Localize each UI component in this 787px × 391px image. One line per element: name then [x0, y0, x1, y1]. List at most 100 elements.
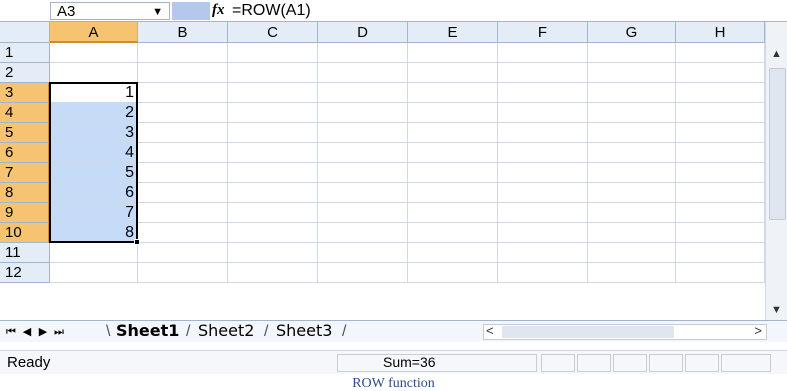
column-header-h[interactable]: H [676, 22, 765, 43]
cell-h7[interactable] [676, 163, 765, 183]
column-header-c[interactable]: C [228, 22, 318, 43]
cell-g8[interactable] [588, 183, 676, 203]
cell-f10[interactable] [498, 223, 588, 243]
vertical-scrollbar[interactable]: ▲ ▼ [765, 22, 787, 320]
cell-c2[interactable] [228, 63, 318, 83]
scroll-down-icon[interactable]: ▼ [767, 300, 786, 320]
cell-b11[interactable] [138, 243, 228, 263]
cell-d1[interactable] [318, 43, 408, 63]
cell-c5[interactable] [228, 123, 318, 143]
cell-c3[interactable] [228, 83, 318, 103]
row-header-1[interactable]: 1 [0, 43, 50, 63]
cell-e11[interactable] [408, 243, 498, 263]
cell-b1[interactable] [138, 43, 228, 63]
cell-g5[interactable] [588, 123, 676, 143]
row-header-12[interactable]: 12 [0, 263, 50, 283]
row-header-3[interactable]: 3 [0, 83, 50, 103]
cell-g6[interactable] [588, 143, 676, 163]
column-header-g[interactable]: G [588, 22, 676, 43]
cell-g1[interactable] [588, 43, 676, 63]
cell-h2[interactable] [676, 63, 765, 83]
cell-f6[interactable] [498, 143, 588, 163]
horizontal-scrollbar[interactable]: < > [483, 323, 767, 340]
cell-e1[interactable] [408, 43, 498, 63]
cell-b3[interactable] [138, 83, 228, 103]
fill-handle[interactable] [134, 239, 140, 245]
column-header-a[interactable]: A [50, 22, 138, 43]
cell-d9[interactable] [318, 203, 408, 223]
row-header-11[interactable]: 11 [0, 243, 50, 263]
cell-e10[interactable] [408, 223, 498, 243]
column-header-b[interactable]: B [138, 22, 228, 43]
row-header-9[interactable]: 9 [0, 203, 50, 223]
cell-d3[interactable] [318, 83, 408, 103]
cell-g12[interactable] [588, 263, 676, 283]
cell-b2[interactable] [138, 63, 228, 83]
cell-g7[interactable] [588, 163, 676, 183]
cell-a2[interactable] [50, 63, 138, 83]
cell-f1[interactable] [498, 43, 588, 63]
cell-d2[interactable] [318, 63, 408, 83]
cell-e6[interactable] [408, 143, 498, 163]
next-sheet-icon[interactable]: ▶ [36, 321, 50, 343]
scroll-up-icon[interactable]: ▲ [767, 44, 786, 64]
row-header-2[interactable]: 2 [0, 63, 50, 83]
cell-c9[interactable] [228, 203, 318, 223]
cell-a12[interactable] [50, 263, 138, 283]
cell-g3[interactable] [588, 83, 676, 103]
cell-e5[interactable] [408, 123, 498, 143]
tab-sheet2[interactable]: Sheet2 [198, 321, 254, 341]
cell-h5[interactable] [676, 123, 765, 143]
cell-h4[interactable] [676, 103, 765, 123]
cell-f11[interactable] [498, 243, 588, 263]
column-header-f[interactable]: F [498, 22, 588, 43]
cell-b6[interactable] [138, 143, 228, 163]
cell-d10[interactable] [318, 223, 408, 243]
cell-d5[interactable] [318, 123, 408, 143]
name-box[interactable]: A3 ▼ [50, 2, 170, 20]
row-header-4[interactable]: 4 [0, 103, 50, 123]
cell-c10[interactable] [228, 223, 318, 243]
cell-e7[interactable] [408, 163, 498, 183]
cell-e9[interactable] [408, 203, 498, 223]
row-header-10[interactable]: 10 [0, 223, 50, 243]
cell-f5[interactable] [498, 123, 588, 143]
cell-c11[interactable] [228, 243, 318, 263]
tab-sheet1[interactable]: Sheet1 [116, 321, 179, 341]
row-header-5[interactable]: 5 [0, 123, 50, 143]
cell-c7[interactable] [228, 163, 318, 183]
cell-g10[interactable] [588, 223, 676, 243]
cell-f9[interactable] [498, 203, 588, 223]
cell-b8[interactable] [138, 183, 228, 203]
cell-h3[interactable] [676, 83, 765, 103]
cell-f4[interactable] [498, 103, 588, 123]
cell-b7[interactable] [138, 163, 228, 183]
cell-a11[interactable] [50, 243, 138, 263]
cell-d7[interactable] [318, 163, 408, 183]
first-sheet-icon[interactable]: ⏮ [4, 321, 18, 343]
tab-sheet3[interactable]: Sheet3 [276, 321, 332, 341]
cell-g4[interactable] [588, 103, 676, 123]
horizontal-scroll-thumb[interactable] [502, 326, 674, 338]
select-all-corner[interactable] [0, 22, 50, 43]
cell-g11[interactable] [588, 243, 676, 263]
column-header-d[interactable]: D [318, 22, 408, 43]
cell-h10[interactable] [676, 223, 765, 243]
row-header-6[interactable]: 6 [0, 143, 50, 163]
cell-e4[interactable] [408, 103, 498, 123]
insert-function-icon[interactable]: fx [212, 1, 225, 19]
cell-c1[interactable] [228, 43, 318, 63]
cell-b4[interactable] [138, 103, 228, 123]
last-sheet-icon[interactable]: ⏭ [52, 321, 66, 343]
cell-c8[interactable] [228, 183, 318, 203]
cell-c4[interactable] [228, 103, 318, 123]
cell-h6[interactable] [676, 143, 765, 163]
cell-d8[interactable] [318, 183, 408, 203]
cell-e12[interactable] [408, 263, 498, 283]
cell-g2[interactable] [588, 63, 676, 83]
cell-b12[interactable] [138, 263, 228, 283]
chevron-down-icon[interactable]: ▼ [152, 4, 163, 20]
cell-h12[interactable] [676, 263, 765, 283]
cell-h9[interactable] [676, 203, 765, 223]
row-header-7[interactable]: 7 [0, 163, 50, 183]
